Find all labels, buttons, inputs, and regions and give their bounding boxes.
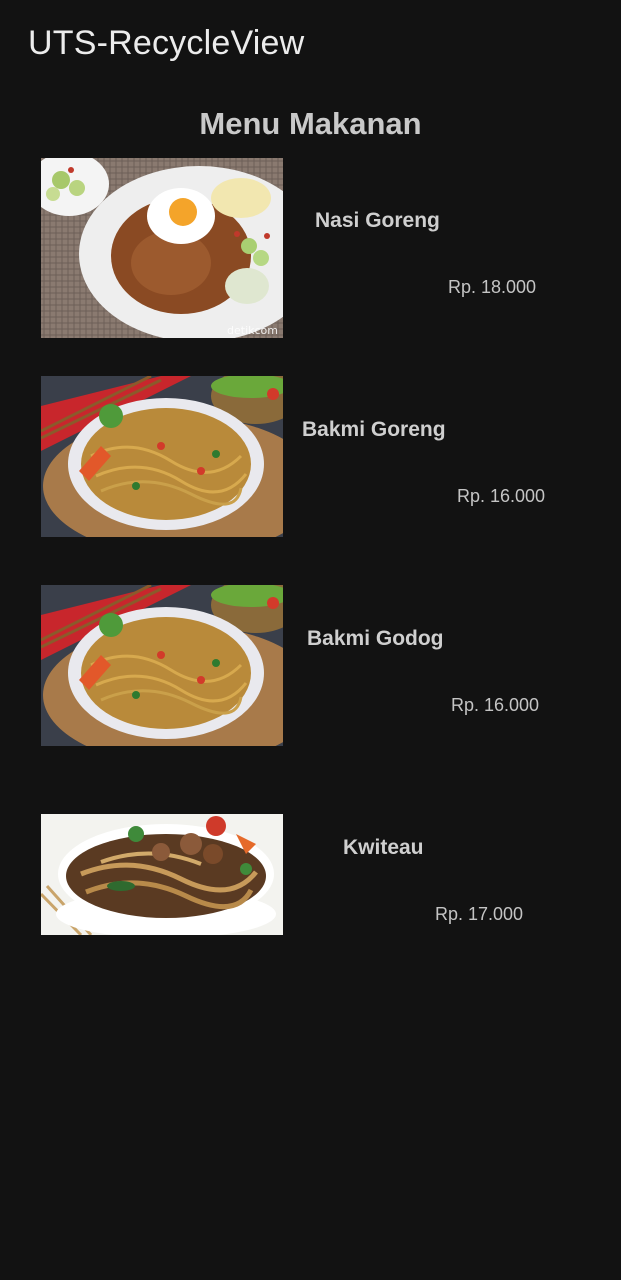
item-name: Bakmi Godog [307,627,444,650]
item-price: Rp. 18.000 [448,277,537,297]
item-price: Rp. 16.000 [457,486,546,506]
fried-noodles-image [41,376,283,537]
list-item[interactable]: Bakmi Godog Rp. 16.000 [0,585,621,746]
item-name: Kwiteau [343,836,424,859]
list-item[interactable]: detikcom Nasi Goreng Rp. 18.000 [0,158,621,338]
page-heading: Menu Makanan [199,106,422,141]
item-price: Rp. 17.000 [435,904,524,924]
noodles-image [41,585,283,746]
fried-rice-image: detikcom [41,158,283,338]
item-price: Rp. 16.000 [451,695,540,715]
list-item[interactable]: Bakmi Goreng Rp. 16.000 [0,376,621,537]
app-bar: UTS-RecycleView [0,0,621,90]
app-title: UTS-RecycleView [28,24,305,62]
list-item[interactable]: Kwiteau Rp. 17.000 [0,814,621,935]
item-name: Bakmi Goreng [302,418,446,441]
kwetiau-image [41,814,283,935]
watermark-text: detikcom [227,324,278,337]
item-name: Nasi Goreng [315,209,440,232]
